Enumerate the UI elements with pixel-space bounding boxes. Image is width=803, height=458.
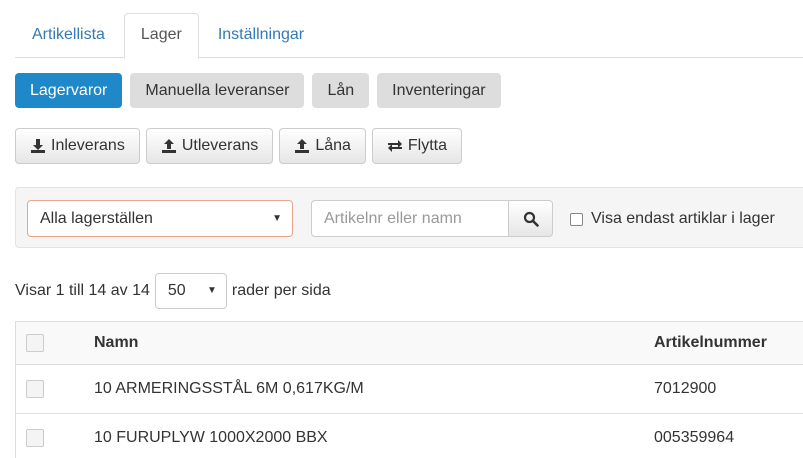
search-input[interactable] <box>311 200 508 237</box>
page-size-value: 50 <box>167 282 186 299</box>
location-select[interactable]: Alla lagerställen ▼ <box>27 200 293 237</box>
flytta-button[interactable]: Flytta <box>371 128 463 164</box>
row-checkbox[interactable] <box>26 429 44 447</box>
cell-name: 10 FURUPLYW 1000X2000 BBX <box>94 429 328 446</box>
inleverans-label: Inleverans <box>51 137 125 154</box>
exchange-arrows-icon <box>387 140 402 152</box>
location-select-value: Alla lagerställen <box>40 210 153 227</box>
top-tabs: Artikellista Lager Inställningar <box>15 13 803 59</box>
stock-only-checkbox[interactable] <box>570 212 583 226</box>
lana-button[interactable]: Låna <box>279 128 366 164</box>
search-button[interactable] <box>508 200 553 237</box>
page-size-select[interactable]: 50 ▼ <box>154 273 227 309</box>
sub-nav-pills: Lagervaror Manuella leveranser Lån Inven… <box>15 73 501 108</box>
row-checkbox[interactable] <box>26 380 44 398</box>
search-icon <box>523 211 539 227</box>
utleverans-button[interactable]: Utleverans <box>145 128 274 164</box>
table-header-row: Namn Artikelnummer <box>16 322 803 365</box>
table-row[interactable]: 10 FURUPLYW 1000X2000 BBX 005359964 <box>16 414 803 458</box>
caret-down-icon: ▼ <box>206 285 217 296</box>
inleverans-button[interactable]: Inleverans <box>15 128 140 164</box>
pill-inventeringar[interactable]: Inventeringar <box>377 73 501 108</box>
column-header-article-number[interactable]: Artikelnummer <box>654 322 767 364</box>
pill-lan[interactable]: Lån <box>312 73 370 108</box>
search-group <box>311 200 553 237</box>
column-header-name[interactable]: Namn <box>94 322 138 364</box>
stock-table: Namn Artikelnummer 10 ARMERINGSSTÅL 6M 0… <box>15 321 803 458</box>
cell-name: 10 ARMERINGSSTÅL 6M 0,617KG/M <box>94 380 364 397</box>
table-row[interactable]: 10 ARMERINGSSTÅL 6M 0,617KG/M 7012900 <box>16 365 803 414</box>
upload-icon <box>295 139 310 153</box>
stock-only-label: Visa endast artiklar i lager <box>591 210 775 227</box>
stock-only-toggle[interactable]: Visa endast artiklar i lager <box>570 210 775 228</box>
download-icon <box>31 139 45 153</box>
pill-lagervaror[interactable]: Lagervaror <box>15 73 123 108</box>
tab-artikellista[interactable]: Artikellista <box>15 13 122 58</box>
flytta-label: Flytta <box>407 137 448 154</box>
filter-panel: Alla lagerställen ▼ Visa endast artiklar… <box>15 187 803 248</box>
tab-lager[interactable]: Lager <box>123 13 199 59</box>
cell-article-number: 005359964 <box>654 429 735 446</box>
paging-bar: Visar 1 till 14 av 14 50 ▼ rader per sid… <box>15 273 331 309</box>
tab-installningar[interactable]: Inställningar <box>201 13 321 58</box>
action-toolbar: Inleverans Utleverans Låna Flytta <box>15 128 463 164</box>
paging-suffix: rader per sida <box>231 282 331 299</box>
paging-info: Visar 1 till 14 av 14 <box>15 282 150 299</box>
caret-down-icon: ▼ <box>272 213 282 224</box>
pill-manuella-leveranser[interactable]: Manuella leveranser <box>130 73 305 108</box>
upload-icon <box>161 139 176 153</box>
cell-article-number: 7012900 <box>654 380 717 397</box>
select-all-checkbox[interactable] <box>26 334 44 352</box>
utleverans-label: Utleverans <box>181 137 259 154</box>
lana-label: Låna <box>315 137 351 154</box>
